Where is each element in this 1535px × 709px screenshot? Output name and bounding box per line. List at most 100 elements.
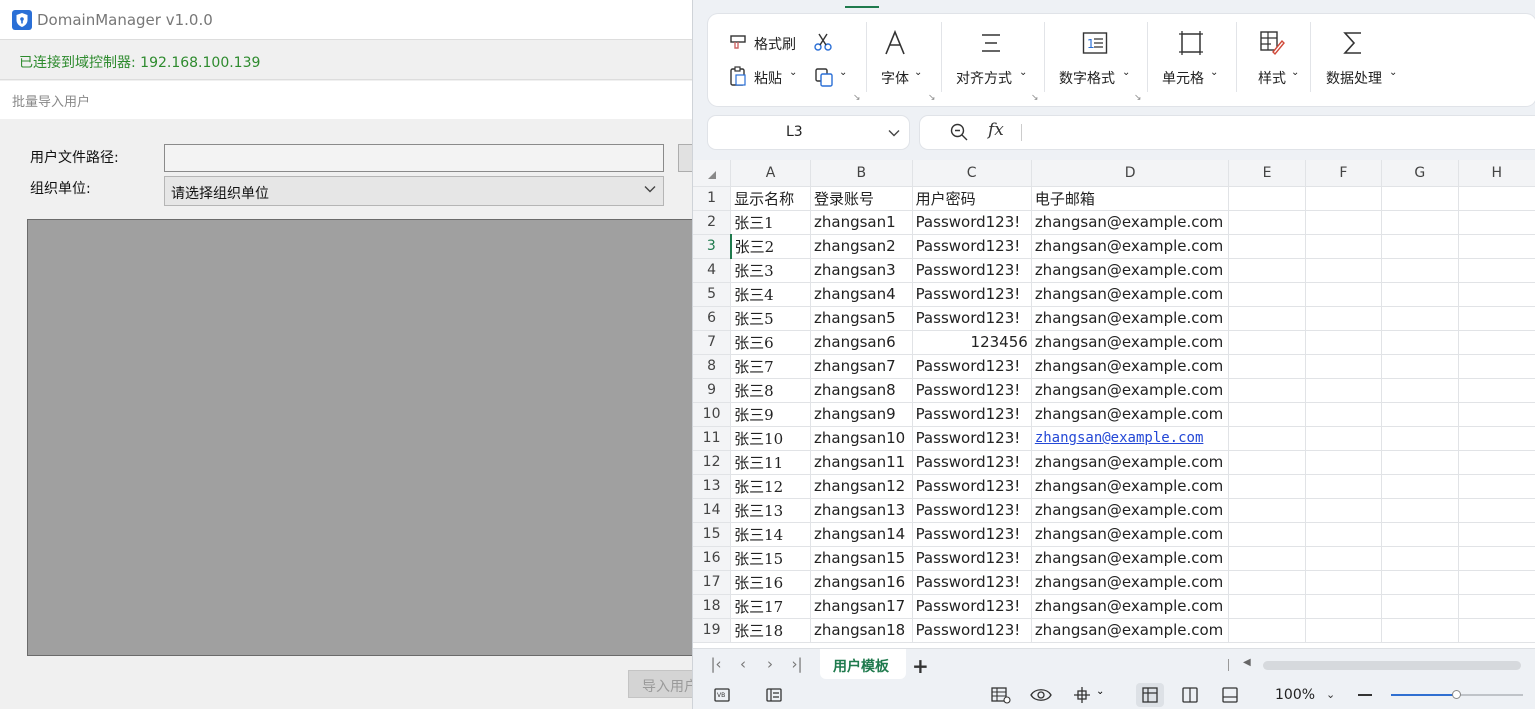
zoom-out-icon[interactable]	[1358, 694, 1372, 696]
table-cell[interactable]: 张三3	[730, 258, 812, 283]
table-cell[interactable]: zhangsan@example.com	[1031, 210, 1230, 235]
function-fx-icon[interactable]: fx	[988, 120, 1004, 140]
table-cell[interactable]: Password123!	[912, 546, 1032, 571]
table-cell[interactable]: 张三16	[730, 570, 812, 595]
table-cell[interactable]	[1305, 402, 1383, 427]
table-cell[interactable]	[1228, 522, 1306, 547]
table-cell[interactable]	[1381, 330, 1459, 355]
table-cell[interactable]: zhangsan@example.com	[1031, 234, 1230, 259]
table-cell[interactable]: 张三1	[730, 210, 812, 235]
table-cell[interactable]	[1305, 498, 1383, 523]
row-header[interactable]: 7	[693, 330, 732, 355]
page-layout-view-icon[interactable]	[1181, 686, 1199, 704]
table-cell[interactable]: 张三8	[730, 378, 812, 403]
table-cell[interactable]	[1228, 210, 1306, 235]
table-cell[interactable]	[1381, 570, 1459, 595]
table-cell[interactable]	[1305, 378, 1383, 403]
row-header[interactable]: 13	[693, 474, 732, 499]
formula-bar[interactable]: fx	[920, 116, 1535, 149]
table-cell[interactable]	[1381, 498, 1459, 523]
table-cell[interactable]: zhangsan@example.com	[1031, 402, 1230, 427]
table-cell[interactable]	[1228, 354, 1306, 379]
font-button[interactable]: 字体	[881, 68, 909, 88]
data-processing-button[interactable]: 数据处理	[1326, 68, 1382, 88]
table-cell[interactable]: zhangsan18	[810, 618, 913, 643]
cut-icon[interactable]	[812, 31, 834, 53]
row-header[interactable]: 4	[693, 258, 732, 283]
table-cell[interactable]	[1228, 258, 1306, 283]
first-sheet-icon[interactable]: |‹	[708, 656, 724, 672]
table-cell[interactable]	[1305, 522, 1383, 547]
table-cell[interactable]: zhangsan14	[810, 522, 913, 547]
dialog-launcher-icon[interactable]: ↘	[853, 93, 861, 103]
sheet-list-icon[interactable]	[765, 686, 783, 704]
table-cell[interactable]: zhangsan@example.com	[1031, 330, 1230, 355]
table-cell[interactable]	[1381, 426, 1459, 451]
number-format-button[interactable]: 数字格式	[1059, 68, 1115, 88]
table-cell[interactable]: 张三11	[730, 450, 812, 475]
table-cell[interactable]: zhangsan@example.com	[1031, 282, 1230, 307]
dialog-launcher-icon[interactable]: ↘	[1134, 93, 1142, 103]
column-header[interactable]: C	[912, 160, 1032, 187]
column-header[interactable]: H	[1458, 160, 1535, 187]
table-cell[interactable]: Password123!	[912, 522, 1032, 547]
table-cell[interactable]	[1381, 450, 1459, 475]
table-cell[interactable]	[1305, 570, 1383, 595]
table-cell[interactable]	[1228, 474, 1306, 499]
table-cell[interactable]: zhangsan@example.com	[1031, 618, 1230, 643]
table-cell[interactable]: 张三9	[730, 402, 812, 427]
table-cell[interactable]	[1458, 522, 1535, 547]
horizontal-scrollbar[interactable]	[1263, 661, 1521, 670]
number-format-group[interactable]: 1 数字格式 ⌄ ↘	[1045, 14, 1147, 106]
table-cell[interactable]	[1305, 354, 1383, 379]
table-cell[interactable]: zhangsan@example.com	[1031, 546, 1230, 571]
table-cell[interactable]: zhangsan@example.com	[1031, 378, 1230, 403]
table-cell[interactable]	[1305, 186, 1383, 211]
alignment-button[interactable]: 对齐方式	[956, 68, 1012, 88]
table-cell[interactable]: zhangsan17	[810, 594, 913, 619]
table-cell[interactable]	[1228, 450, 1306, 475]
dialog-launcher-icon[interactable]: ↘	[1031, 93, 1039, 103]
column-header[interactable]: D	[1031, 160, 1230, 187]
table-cell[interactable]	[1228, 282, 1306, 307]
alignment-group[interactable]: 对齐方式 ⌄ ↘	[942, 14, 1044, 106]
column-header[interactable]: E	[1228, 160, 1306, 187]
table-cell[interactable]	[1458, 282, 1535, 307]
table-cell[interactable]: zhangsan@example.com	[1031, 594, 1230, 619]
table-cell[interactable]	[1381, 402, 1459, 427]
table-cell[interactable]: zhangsan16	[810, 570, 913, 595]
table-cell[interactable]	[1228, 426, 1306, 451]
table-cell[interactable]	[1458, 474, 1535, 499]
row-header[interactable]: 11	[693, 426, 732, 451]
table-cell[interactable]: Password123!	[912, 450, 1032, 475]
table-cell[interactable]: 显示名称	[730, 186, 812, 211]
table-cell[interactable]	[1305, 234, 1383, 259]
table-cell[interactable]	[1458, 234, 1535, 259]
table-cell[interactable]	[1305, 258, 1383, 283]
row-header[interactable]: 15	[693, 522, 732, 547]
table-cell[interactable]: zhangsan9	[810, 402, 913, 427]
table-cell[interactable]: zhangsan2	[810, 234, 913, 259]
table-cell[interactable]: Password123!	[912, 426, 1032, 451]
name-box[interactable]: L3	[708, 116, 909, 149]
scroll-left-icon[interactable]: ◀	[1243, 657, 1251, 668]
row-header[interactable]: 2	[693, 210, 732, 235]
table-cell[interactable]	[1458, 498, 1535, 523]
column-header[interactable]: A	[730, 160, 812, 187]
table-cell[interactable]: zhangsan7	[810, 354, 913, 379]
table-cell[interactable]	[1458, 570, 1535, 595]
table-cell[interactable]: Password123!	[912, 306, 1032, 331]
table-cell[interactable]: zhangsan@example.com	[1031, 474, 1230, 499]
user-file-path-input[interactable]	[164, 144, 664, 172]
table-cell[interactable]: zhangsan@example.com	[1031, 498, 1230, 523]
table-cell[interactable]	[1381, 234, 1459, 259]
zoom-chevron-icon[interactable]: ⌄	[1326, 688, 1335, 701]
row-header[interactable]: 3	[693, 234, 732, 259]
table-cell[interactable]: Password123!	[912, 354, 1032, 379]
table-cell[interactable]	[1305, 210, 1383, 235]
prev-sheet-icon[interactable]: ‹	[735, 656, 751, 672]
copy-dropdown-chevron-icon[interactable]: ⌄	[839, 67, 847, 78]
style-group[interactable]: 样式 ⌄	[1237, 14, 1310, 106]
table-cell[interactable]: 123456	[912, 330, 1032, 355]
table-cell[interactable]: zhangsan11	[810, 450, 913, 475]
